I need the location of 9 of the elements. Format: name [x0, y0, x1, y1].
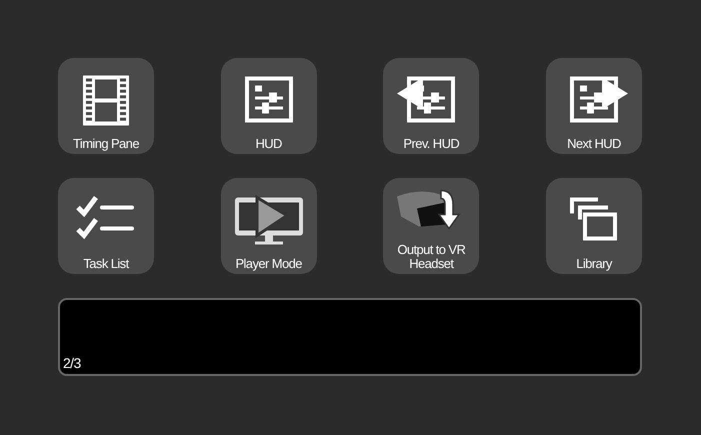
toolbar-button[interactable]: Player Mode: [220, 178, 317, 274]
toolbar-button[interactable]: Library: [546, 178, 642, 274]
toolbar-button[interactable]: Timing Pane: [58, 58, 154, 154]
toolbar-button[interactable]: HUD: [220, 58, 317, 154]
toolbar-button[interactable]: Prev. HUD: [383, 58, 480, 154]
page-counter: 2/3: [63, 355, 81, 371]
toolbar-button[interactable]: Next HUD: [546, 58, 642, 154]
toolbar-button[interactable]: Task List: [58, 178, 154, 274]
toolbar-button[interactable]: Output to VR Headset: [383, 178, 480, 274]
